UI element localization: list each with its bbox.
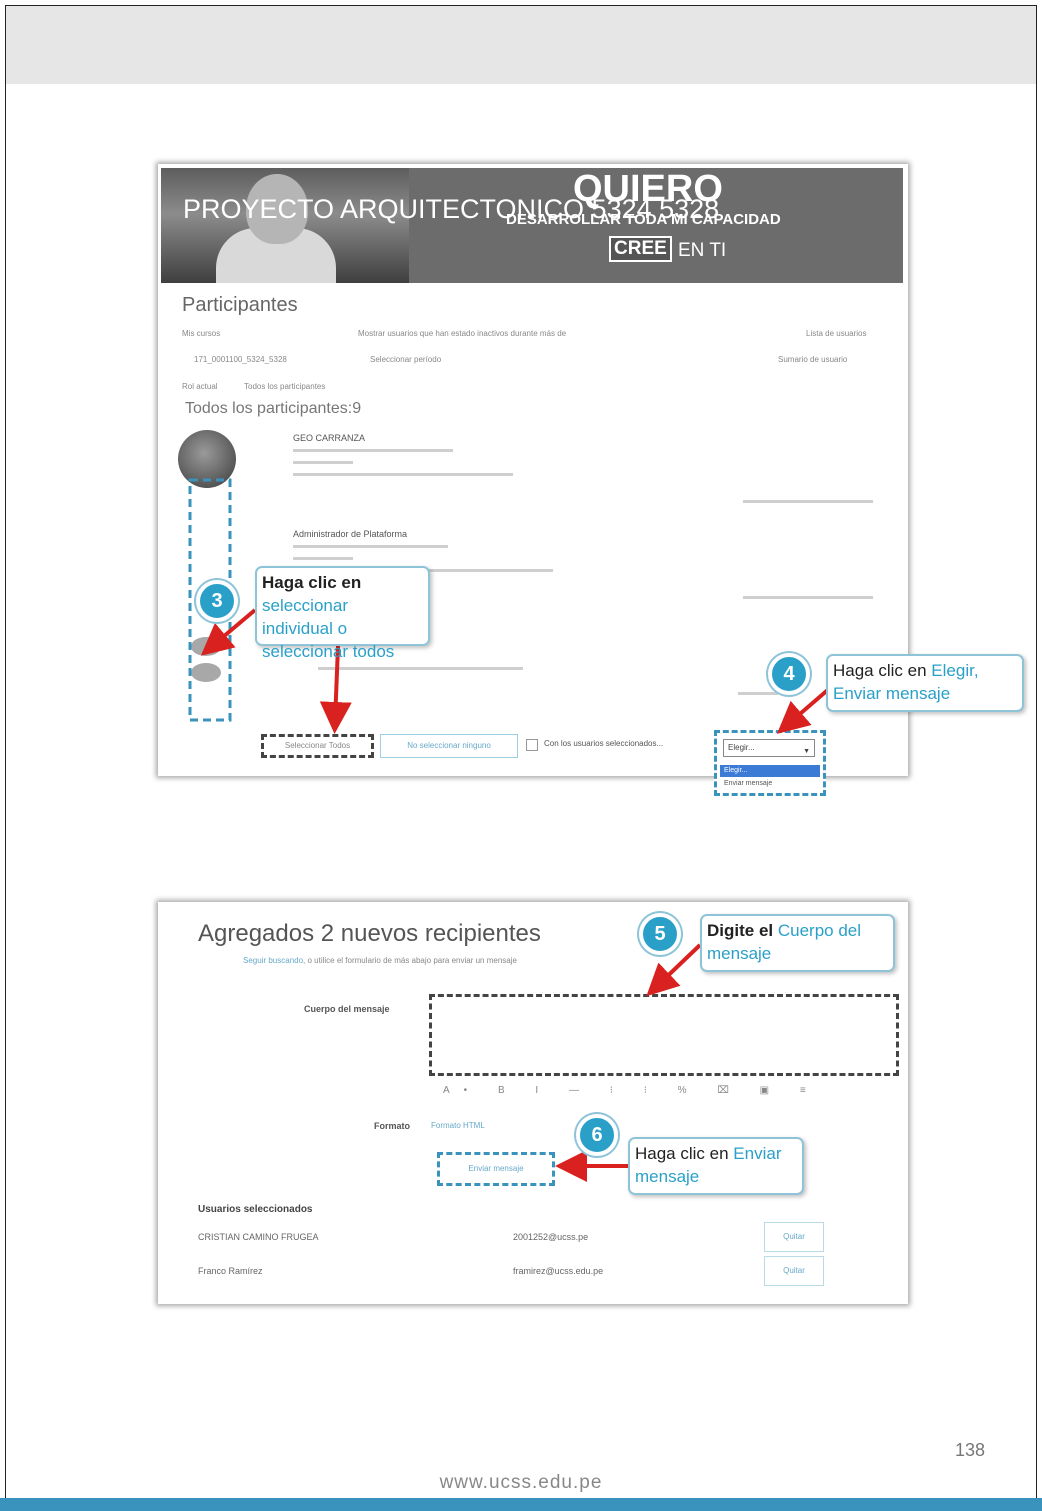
step-3-lead: Haga clic en	[262, 573, 362, 592]
step-6-lead: Haga clic en	[635, 1144, 729, 1163]
annotation-overlay	[188, 478, 832, 1182]
step-4-callout: Haga clic en Elegir, Enviar mensaje	[826, 654, 1024, 712]
page-number: 138	[955, 1440, 986, 1460]
step-4-lead: Haga clic en	[833, 661, 927, 680]
step-3-badge: 3	[196, 580, 238, 622]
step-6-badge: 6	[576, 1114, 618, 1156]
step-5-lead: Digite el	[707, 921, 774, 940]
footer-url[interactable]: www.ucss.edu.pe	[0, 1472, 1042, 1494]
step-4-badge: 4	[768, 653, 810, 695]
step-5-callout: Digite el Cuerpo del mensaje	[700, 914, 895, 972]
step-5-badge: 5	[639, 913, 681, 955]
footer-bar	[0, 1498, 1042, 1511]
step-6-callout: Haga clic en Enviar mensaje	[628, 1137, 804, 1195]
step-3-highlight: seleccionar individual o seleccionar tod…	[262, 596, 395, 661]
step-3-callout: Haga clic en seleccionar individual o se…	[255, 566, 430, 661]
